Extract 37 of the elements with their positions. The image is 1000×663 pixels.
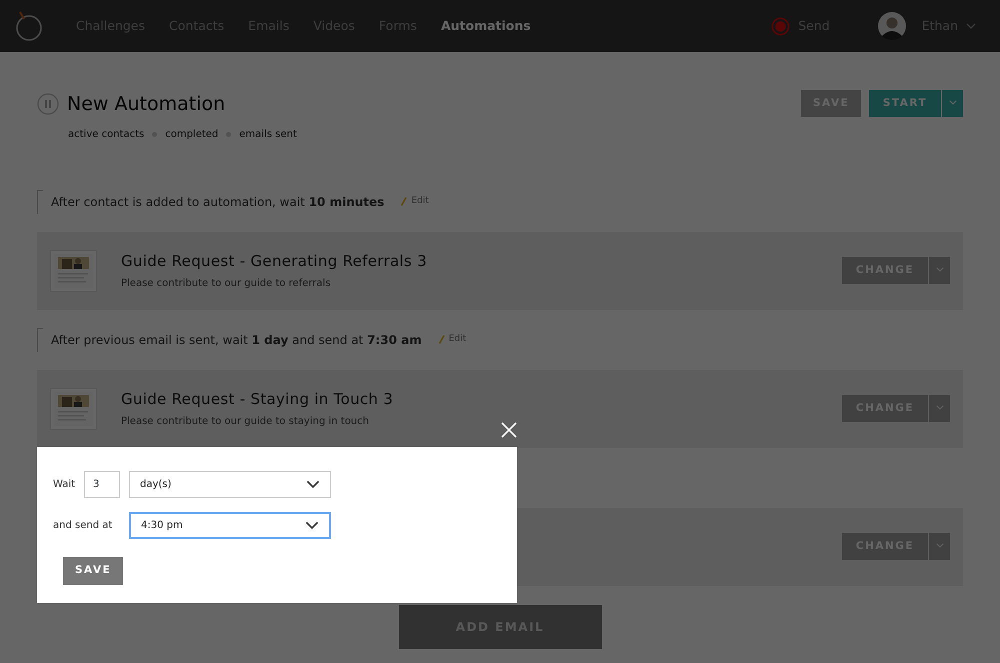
dropdown-toggle-button[interactable] <box>929 257 950 284</box>
caret-icon <box>306 480 320 489</box>
email-title: Guide Request - Staying in Touch 3 <box>121 388 394 410</box>
connector-line <box>37 190 43 214</box>
start-button[interactable]: START <box>869 90 941 117</box>
email-subtitle: Please contribute to our guide to referrals <box>121 277 332 292</box>
avatar-icon[interactable] <box>878 12 906 40</box>
caret-icon <box>936 267 944 272</box>
connector-line <box>37 328 43 352</box>
close-icon[interactable] <box>501 422 517 438</box>
wait-text: After previous email is sent, wait 1 day and send at 7:30 am <box>51 332 422 348</box>
dropdown-toggle-button[interactable] <box>929 533 950 560</box>
caret-icon <box>948 100 956 106</box>
email-title: Guide Request - Generating Referrals 3 <box>121 250 427 272</box>
wait-text: After contact is added to automation, wait 10 minutes <box>51 194 384 210</box>
email-subtitle: Please contribute to our guide to staying in touch <box>121 415 370 430</box>
amount-field[interactable]: 3 <box>84 471 120 498</box>
send-at-label: and send at <box>53 519 114 533</box>
record-icon[interactable] <box>771 16 790 36</box>
logo-icon[interactable] <box>14 10 44 42</box>
select-field[interactable]: day(s) <box>129 471 331 498</box>
pause-icon[interactable] <box>37 93 59 116</box>
pencil-icon <box>438 335 445 344</box>
stat-label: completed <box>165 128 218 142</box>
automation-title: New Automation <box>67 92 226 117</box>
stat-label: emails sent <box>239 128 297 142</box>
save-button[interactable]: SAVE <box>63 557 123 585</box>
caret-icon <box>936 543 944 548</box>
select-field[interactable]: 4:30 pm <box>129 512 331 539</box>
dropdown-toggle-button[interactable] <box>929 395 950 422</box>
stat-label: active contacts <box>68 128 144 142</box>
nav-link[interactable]: Automations <box>440 16 531 36</box>
caret-icon <box>936 405 944 410</box>
dropdown-toggle-button[interactable] <box>942 90 963 117</box>
wait-label: Wait <box>53 478 76 492</box>
pencil-icon <box>400 197 408 206</box>
caret-icon <box>305 521 319 530</box>
